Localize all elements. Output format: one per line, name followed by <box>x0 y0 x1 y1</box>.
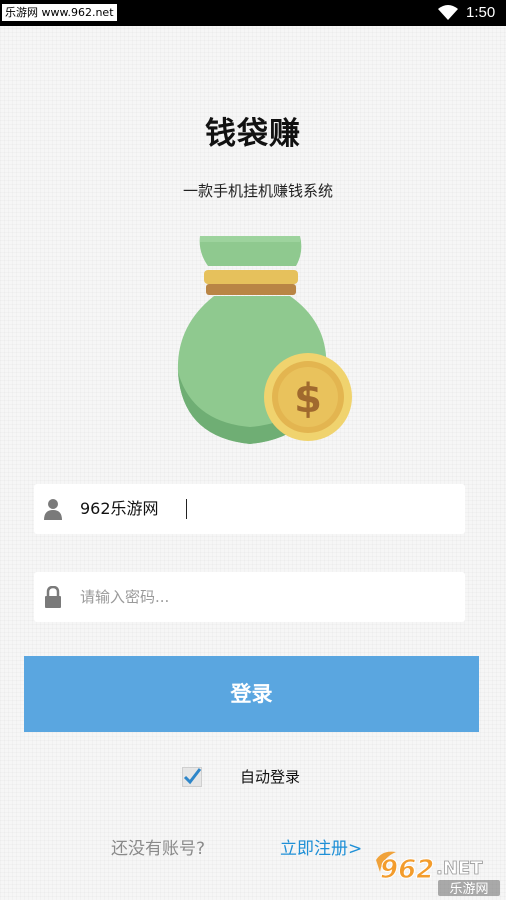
checkmark-icon <box>183 768 202 785</box>
status-watermark: 乐游网 www.962.net <box>2 4 117 21</box>
status-bar: 乐游网 www.962.net 1:50 <box>0 0 506 26</box>
username-field[interactable]: 962乐游网 <box>34 484 465 534</box>
password-input[interactable]: 请输入密码... <box>80 572 169 622</box>
status-clock: 1:50 <box>466 4 496 21</box>
svg-text:962: 962 <box>380 855 434 885</box>
lock-icon <box>45 586 61 608</box>
wifi-icon <box>438 5 458 20</box>
auto-login-label: 自动登录 <box>240 768 301 786</box>
username-input[interactable]: 962乐游网 <box>80 484 159 534</box>
money-bag-icon: $ <box>177 236 352 444</box>
site-watermark-logo: 962 .NET 乐游网 <box>376 851 500 897</box>
app-subtitle: 一款手机挂机赚钱系统 <box>182 182 333 200</box>
auto-login-checkbox[interactable] <box>182 767 202 787</box>
app-title: 钱袋赚 <box>205 116 301 152</box>
user-icon <box>44 499 62 520</box>
no-account-text: 还没有账号? <box>111 839 206 859</box>
svg-text:乐游网: 乐游网 <box>449 882 488 897</box>
password-field[interactable]: 请输入密码... <box>34 572 465 622</box>
login-button[interactable]: 登录 <box>24 656 479 732</box>
register-link[interactable]: 立即注册> <box>280 834 362 859</box>
svg-text:$: $ <box>294 376 322 422</box>
login-screen: 乐游网 www.962.net 1:50 钱袋赚 一款手机挂机赚钱系统 $ 96… <box>0 0 506 900</box>
text-caret <box>186 499 187 519</box>
svg-text:.NET: .NET <box>436 858 483 879</box>
